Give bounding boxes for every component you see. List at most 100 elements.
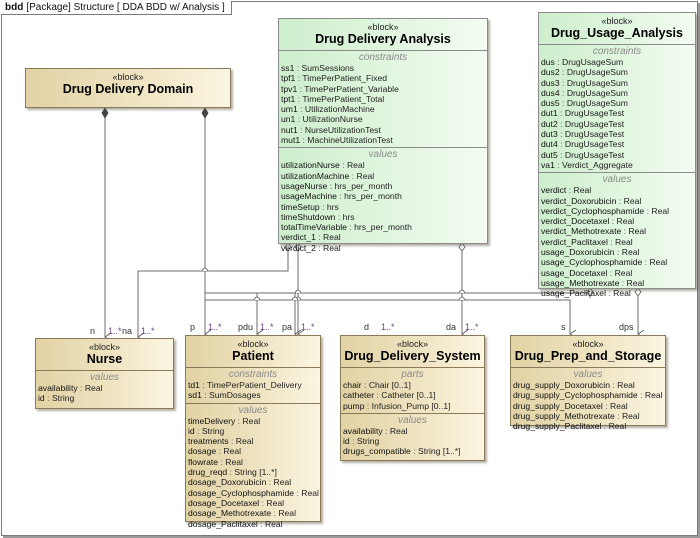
block-drug-delivery-system[interactable]: «block» Drug_Delivery_System parts chair… bbox=[340, 335, 485, 461]
property-row[interactable]: pump : Infusion_Pump [0..1] bbox=[343, 401, 482, 411]
property-row[interactable]: drug_reqd : String [1..*] bbox=[188, 467, 318, 477]
property-separator: : bbox=[614, 410, 622, 421]
property-row[interactable]: dus2 : DrugUsageSum bbox=[541, 67, 693, 77]
property-row[interactable]: verdict_Doxorubicin : Real bbox=[541, 196, 693, 206]
property-row[interactable]: usage_Docetaxel : Real bbox=[541, 268, 693, 278]
property-row[interactable]: chair : Chair [0..1] bbox=[343, 380, 482, 390]
property-row[interactable]: mut1 : MachineUtilizationTest bbox=[281, 135, 485, 145]
property-row[interactable]: flowrate : Real bbox=[188, 457, 318, 467]
property-row[interactable]: id : String bbox=[343, 436, 482, 446]
property-name: verdict bbox=[541, 185, 567, 196]
values-compartment: values verdict : Real verdict_Doxorubicin… bbox=[539, 172, 695, 300]
property-row[interactable]: dut4 : DrugUsageTest bbox=[541, 139, 693, 149]
property-row[interactable]: totalTimeVariable : hrs_per_month bbox=[281, 222, 485, 232]
property-row[interactable]: tpv1 : TimePerPatient_Variable bbox=[281, 84, 485, 94]
property-row[interactable]: id : String bbox=[38, 393, 171, 403]
values-list: verdict : Real verdict_Doxorubicin : Real… bbox=[541, 185, 693, 298]
property-separator: : bbox=[199, 380, 207, 390]
property-row[interactable]: drugs_compatible : String [1..*] bbox=[343, 446, 482, 456]
property-row[interactable]: utilizationMachine : Real bbox=[281, 171, 485, 181]
property-row[interactable]: sd1 : SumDosages bbox=[188, 390, 318, 400]
property-row[interactable]: usage_Cyclophosphamide : Real bbox=[541, 257, 693, 267]
line-hop bbox=[458, 296, 466, 301]
block-drug-delivery-analysis[interactable]: «block» Drug Delivery Analysis constrain… bbox=[278, 18, 488, 253]
property-type: Verdict_Aggregate bbox=[562, 159, 633, 170]
property-row[interactable]: availability : Real bbox=[343, 426, 482, 436]
values-compartment: values utilizationNurse : Real utilizatio… bbox=[279, 147, 487, 255]
property-type: DrugUsageTest bbox=[564, 149, 625, 160]
property-type: Real bbox=[649, 257, 668, 268]
block-patient[interactable]: «block» Patient constraints td1 : TimePe… bbox=[185, 335, 321, 529]
property-name: dut2 bbox=[541, 118, 558, 129]
property-row[interactable]: verdict : Real bbox=[541, 185, 693, 195]
property-name: availability bbox=[38, 383, 78, 393]
property-row[interactable]: verdict_Methotrexate : Real bbox=[541, 226, 693, 236]
property-row[interactable]: dut3 : DrugUsageTest bbox=[541, 129, 693, 139]
property-row[interactable]: utilizationNurse : Real bbox=[281, 160, 485, 170]
property-row[interactable]: drug_supply_Docetaxel : Real bbox=[513, 401, 663, 411]
property-name: um1 bbox=[281, 104, 298, 115]
property-name: treatments bbox=[188, 436, 229, 447]
property-row[interactable]: um1 : UtilizationMachine bbox=[281, 104, 485, 114]
property-row[interactable]: drug_supply_Cyclophosphamide : Real bbox=[513, 390, 663, 400]
property-row[interactable]: tpf1 : TimePerPatient_Fixed bbox=[281, 73, 485, 83]
property-name: mut1 bbox=[281, 135, 301, 146]
property-row[interactable]: timeSetup : hrs bbox=[281, 202, 485, 212]
property-row[interactable]: verdict_1 : Real bbox=[281, 232, 485, 242]
property-row[interactable]: drug_supply_Doxorubicin : Real bbox=[513, 380, 663, 390]
block-stereotype: «block» bbox=[572, 339, 604, 349]
property-row[interactable]: dut5 : DrugUsageTest bbox=[541, 150, 693, 160]
property-row[interactable]: dus : DrugUsageSum bbox=[541, 57, 693, 67]
property-type: Real bbox=[621, 247, 640, 258]
property-row[interactable]: dut1 : DrugUsageTest bbox=[541, 108, 693, 118]
property-row[interactable]: drug_supply_Paclitaxel : Real bbox=[513, 421, 663, 431]
property-row[interactable]: dosage_Cyclophosphamide : Real bbox=[188, 488, 319, 498]
property-row[interactable]: treatments : Real bbox=[188, 436, 318, 446]
property-type: Real bbox=[264, 518, 283, 529]
property-row[interactable]: timeDelivery : Real bbox=[188, 416, 318, 426]
property-row[interactable]: td1 : TimePerPatient_Delivery bbox=[188, 380, 318, 390]
property-row[interactable]: dus4 : DrugUsageSum bbox=[541, 88, 693, 98]
property-separator: : bbox=[349, 436, 357, 447]
property-row[interactable]: un1 : UtilizationNurse bbox=[281, 114, 485, 124]
property-row[interactable]: ss1 : SumSessions bbox=[281, 63, 485, 73]
line-hop bbox=[201, 267, 209, 272]
property-separator: : bbox=[266, 477, 274, 488]
property-row[interactable]: verdict_Cyclophosphamide : Real bbox=[541, 206, 693, 216]
property-row[interactable]: verdict_Docetaxel : Real bbox=[541, 216, 693, 226]
property-row[interactable]: usage_Paclitaxel : Real bbox=[541, 288, 693, 298]
block-drug-usage-analysis[interactable]: «block» Drug_Usage_Analysis constraints … bbox=[538, 12, 696, 298]
property-row[interactable]: timeShutdown : hrs bbox=[281, 212, 485, 222]
property-row[interactable]: dosage_Paclitaxel : Real bbox=[188, 519, 318, 529]
property-type: Real bbox=[84, 383, 103, 393]
property-row[interactable]: drug_supply_Methotrexate : Real bbox=[513, 411, 663, 421]
property-row[interactable]: verdict_2 : Real bbox=[281, 243, 485, 253]
property-row[interactable]: nut1 : NurseUtilizationTest bbox=[281, 125, 485, 135]
property-row[interactable]: va1 : Verdict_Aggregate bbox=[541, 160, 693, 170]
property-type: NurseUtilizationTest bbox=[304, 124, 381, 135]
property-row[interactable]: dosage_Docetaxel : Real bbox=[188, 498, 318, 508]
block-drug-delivery-domain[interactable]: «block» Drug Delivery Domain bbox=[25, 68, 231, 108]
property-row[interactable]: usageNurse : hrs_per_month bbox=[281, 181, 485, 191]
property-row[interactable]: tpt1 : TimePerPatient_Total bbox=[281, 94, 485, 104]
property-row[interactable]: dus5 : DrugUsageSum bbox=[541, 98, 693, 108]
property-row[interactable]: dus3 : DrugUsageSum bbox=[541, 78, 693, 88]
property-row[interactable]: dosage_Doxorubicin : Real bbox=[188, 477, 318, 487]
property-row[interactable]: dosage : Real bbox=[188, 446, 318, 456]
property-row[interactable]: usage_Methotrexate : Real bbox=[541, 278, 693, 288]
property-row[interactable]: dosage_Methotrexate : Real bbox=[188, 508, 318, 518]
block-drug-prep-and-storage[interactable]: «block» Drug_Prep_and_Storage values dru… bbox=[510, 335, 666, 431]
values-compartment: values drug_supply_Doxorubicin : Real dru… bbox=[511, 367, 665, 433]
property-row[interactable]: dut2 : DrugUsageTest bbox=[541, 119, 693, 129]
property-row[interactable]: id : String bbox=[188, 426, 318, 436]
property-separator: : bbox=[294, 63, 302, 73]
property-type: Real bbox=[346, 160, 365, 171]
property-row[interactable]: catheter : Catheter [0..1] bbox=[343, 390, 482, 400]
property-row[interactable]: usage_Doxorubicin : Real bbox=[541, 247, 693, 257]
property-row[interactable]: availability : Real bbox=[38, 383, 171, 393]
block-nurse[interactable]: «block» Nurse values availability : Real… bbox=[35, 338, 174, 409]
property-name: totalTimeVariable bbox=[281, 222, 347, 233]
property-row[interactable]: verdict_Paclitaxel : Real bbox=[541, 237, 693, 247]
property-separator: : bbox=[327, 180, 335, 191]
property-row[interactable]: usageMachine : hrs_per_month bbox=[281, 191, 485, 201]
